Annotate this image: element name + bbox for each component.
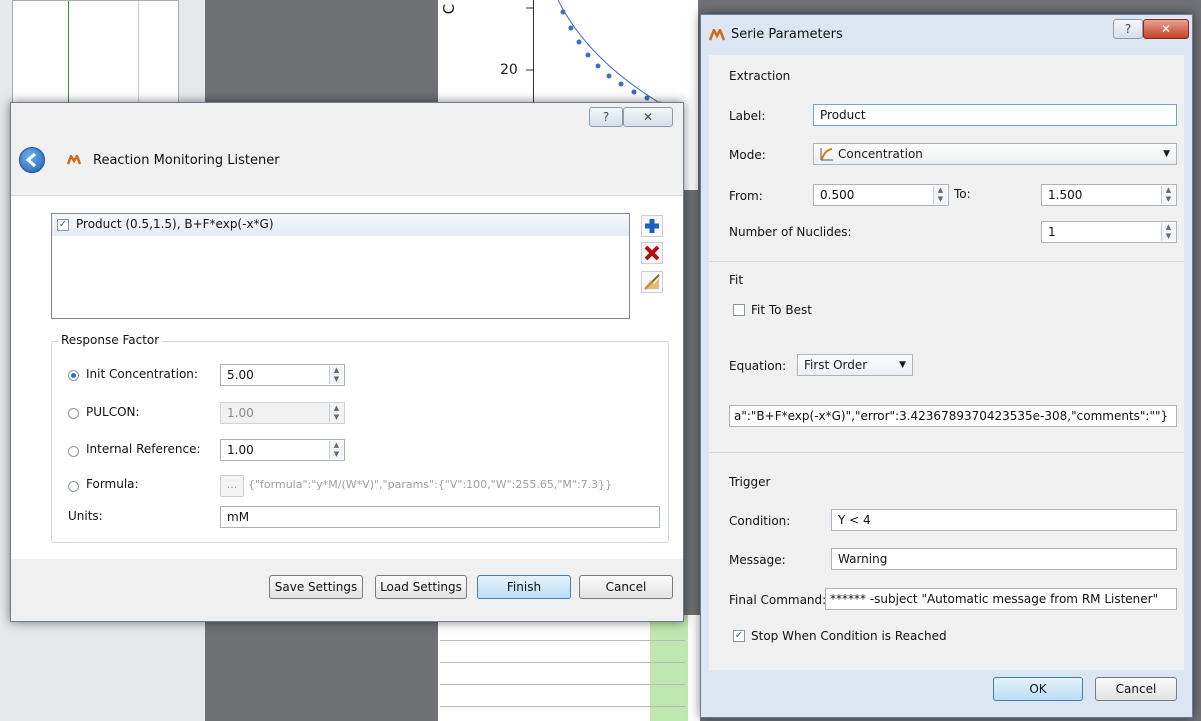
response-factor-group: Response Factor Init Concentration: 5.00… xyxy=(51,333,669,543)
background-thumbnail-panel xyxy=(12,0,179,104)
save-settings-button[interactable]: Save Settings xyxy=(269,575,363,599)
pulcon-label: PULCON: xyxy=(86,405,140,419)
internal-reference-value: 1.00 xyxy=(227,443,254,457)
edit-series-icon[interactable] xyxy=(641,271,663,293)
pulcon-radio[interactable] xyxy=(68,408,79,419)
mode-value: Concentration xyxy=(838,147,923,161)
serie-parameters-dialog: Serie Parameters ? ✕ Extraction Label: P… xyxy=(700,14,1193,718)
app-logo-icon xyxy=(708,26,726,41)
series-list[interactable]: ✓ Product (0.5,1.5), B+F*exp(-x*G) xyxy=(51,213,630,319)
from-field[interactable]: 0.500 ▲ ▼ xyxy=(813,184,949,206)
spinner-arrows-icon: ▲ ▼ xyxy=(329,404,343,422)
spinner-arrows-icon[interactable]: ▲ ▼ xyxy=(329,441,343,459)
series-label: Product (0.5,1.5), B+F*exp(-x*G) xyxy=(76,217,274,231)
pulcon-field: 1.00 ▲ ▼ xyxy=(220,402,345,424)
equation-select[interactable]: First Order ▼ xyxy=(797,354,913,376)
fit-section-title: Fit xyxy=(729,273,744,287)
init-concentration-label: Init Concentration: xyxy=(86,367,198,381)
formula-edit-button: ... xyxy=(220,475,244,497)
internal-reference-field[interactable]: 1.00 ▲ ▼ xyxy=(220,439,345,461)
to-label: To: xyxy=(954,187,971,201)
list-item[interactable]: ✓ Product (0.5,1.5), B+F*exp(-x*G) xyxy=(52,214,629,236)
from-label: From: xyxy=(729,189,763,203)
spinner-arrows-icon[interactable]: ▲ ▼ xyxy=(1161,186,1175,204)
fit-to-best-checkbox[interactable] xyxy=(733,304,745,316)
condition-label: Condition: xyxy=(729,514,791,528)
nuclides-field[interactable]: 1 ▲ ▼ xyxy=(1041,221,1177,243)
stop-when-reached-checkbox[interactable]: ✓ xyxy=(733,630,745,642)
message-label: Message: xyxy=(729,553,786,567)
condition-field[interactable]: Y < 4 xyxy=(831,509,1177,531)
mode-label: Mode: xyxy=(729,148,766,162)
extraction-section-title: Extraction xyxy=(729,69,791,83)
chevron-down-icon: ▼ xyxy=(899,360,906,370)
concentration-icon xyxy=(820,147,834,161)
close-button[interactable]: ✕ xyxy=(1143,19,1189,39)
section-divider xyxy=(709,452,1184,453)
formula-value: {"formula":"y*M/(W*V)","params":{"V":100… xyxy=(248,478,613,491)
trigger-section-title: Trigger xyxy=(729,475,771,489)
units-field[interactable]: mM xyxy=(220,506,660,528)
label-label: Label: xyxy=(729,109,766,123)
internal-reference-label: Internal Reference: xyxy=(86,442,201,456)
fit-to-best-label: Fit To Best xyxy=(751,303,812,317)
init-concentration-field[interactable]: 5.00 ▲ ▼ xyxy=(220,364,345,386)
to-field[interactable]: 1.500 ▲ ▼ xyxy=(1041,184,1177,206)
units-label: Units: xyxy=(68,509,103,523)
dialog-client: Extraction Label: Product Mode: Concentr… xyxy=(709,55,1184,670)
spinner-arrows-icon[interactable]: ▲ ▼ xyxy=(329,366,343,384)
equation-value: First Order xyxy=(804,358,868,372)
equation-label: Equation: xyxy=(729,359,787,373)
nuclides-label: Number of Nuclides: xyxy=(729,225,852,239)
final-command-label: Final Command: xyxy=(729,593,827,607)
cancel-button[interactable]: Cancel xyxy=(579,575,673,599)
finish-button[interactable]: Finish xyxy=(477,575,571,599)
group-title: Response Factor xyxy=(58,333,163,347)
reaction-monitoring-listener-dialog: ? ✕ Reaction Monitoring Listener ✓ Produ… xyxy=(10,102,684,622)
dialog-title: Reaction Monitoring Listener xyxy=(93,153,280,168)
thumbnail-trace xyxy=(68,1,69,103)
init-concentration-radio[interactable] xyxy=(68,370,79,381)
app-logo-icon xyxy=(66,153,82,165)
equation-json-field[interactable]: a":"B+F*exp(-x*G)","error":3.42367893704… xyxy=(729,405,1177,427)
section-divider xyxy=(709,261,1184,262)
internal-reference-radio[interactable] xyxy=(68,446,79,457)
cancel-button[interactable]: Cancel xyxy=(1095,677,1177,701)
message-field[interactable]: Warning xyxy=(831,548,1177,570)
spinner-arrows-icon[interactable]: ▲ ▼ xyxy=(1161,223,1175,241)
close-button[interactable]: ✕ xyxy=(623,107,673,127)
help-button[interactable]: ? xyxy=(1113,19,1143,39)
formula-label: Formula: xyxy=(86,477,139,491)
dialog-body: ✓ Product (0.5,1.5), B+F*exp(-x*G) Respo… xyxy=(11,195,683,561)
delete-series-icon[interactable] xyxy=(641,242,663,264)
stop-when-reached-label: Stop When Condition is Reached xyxy=(751,629,947,643)
init-concentration-value: 5.00 xyxy=(227,368,254,382)
load-settings-button[interactable]: Load Settings xyxy=(375,575,467,599)
pulcon-value: 1.00 xyxy=(227,406,254,420)
spinner-arrows-icon[interactable]: ▲ ▼ xyxy=(933,186,947,204)
from-value: 0.500 xyxy=(820,188,855,202)
help-button[interactable]: ? xyxy=(589,107,623,127)
nuclides-value: 1 xyxy=(1048,225,1056,239)
ok-button[interactable]: OK xyxy=(993,677,1083,701)
dialog-header: ? ✕ Reaction Monitoring Listener xyxy=(11,103,683,195)
dialog-title: Serie Parameters xyxy=(731,27,843,42)
series-checkbox[interactable]: ✓ xyxy=(57,219,69,231)
label-field[interactable]: Product xyxy=(813,104,1177,126)
chevron-down-icon: ▼ xyxy=(1163,149,1170,159)
dialog-footer: Save Settings Load Settings Finish Cance… xyxy=(11,559,683,621)
back-icon[interactable] xyxy=(19,147,45,173)
final-command-field[interactable]: ****** -subject "Automatic message from … xyxy=(825,588,1177,610)
formula-radio[interactable] xyxy=(68,481,79,492)
mode-select[interactable]: Concentration ▼ xyxy=(813,143,1177,165)
add-series-icon[interactable] xyxy=(641,215,663,237)
to-value: 1.500 xyxy=(1048,188,1083,202)
